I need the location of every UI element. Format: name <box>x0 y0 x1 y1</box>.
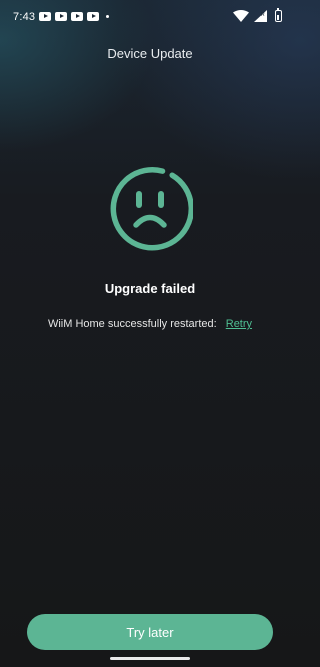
more-notifications-dot-icon <box>106 15 109 18</box>
youtube-icon <box>71 12 83 21</box>
status-icons: R <box>220 0 300 34</box>
youtube-icon <box>87 12 99 21</box>
status-message-text: WiiM Home successfully restarted: <box>47 318 217 330</box>
battery-icon <box>275 7 282 22</box>
status-bar: 7:43 R <box>0 0 300 34</box>
svg-text:R: R <box>261 12 265 18</box>
upgrade-status-title: Upgrade failed <box>104 281 196 296</box>
sad-face-icon <box>110 166 193 251</box>
status-message: WiiM Home successfully restarted: Retry <box>0 318 300 330</box>
retry-link[interactable]: Retry <box>226 318 252 330</box>
page-title: Device Update <box>107 46 193 61</box>
youtube-icon <box>55 12 67 21</box>
wifi-icon <box>233 10 249 22</box>
home-indicator[interactable] <box>110 657 190 660</box>
signal-icon: R <box>254 10 267 22</box>
status-time: 7:43 <box>13 11 36 23</box>
try-later-button[interactable]: Try later <box>27 614 273 650</box>
youtube-icon <box>39 12 51 21</box>
